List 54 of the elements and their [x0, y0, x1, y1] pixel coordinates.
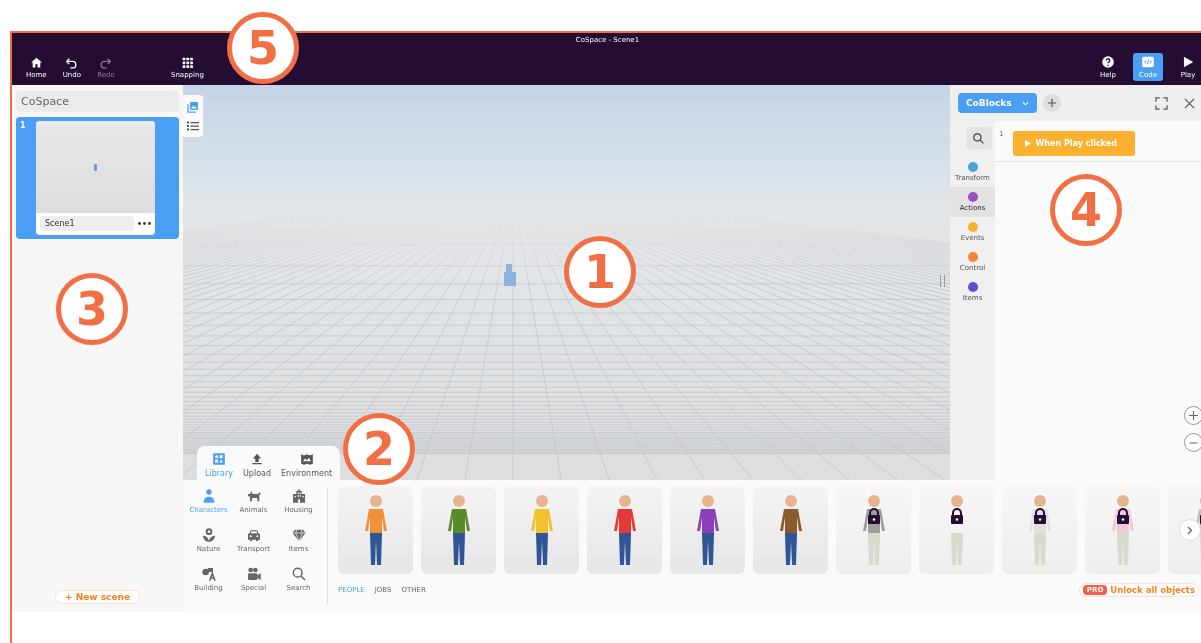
zoom-in-button[interactable] [1184, 406, 1201, 425]
code-icon [1141, 55, 1155, 69]
library-tab[interactable]: Upload [239, 450, 275, 480]
project-title-field[interactable]: CoSpace [16, 91, 179, 112]
flower-icon [200, 527, 217, 543]
building-icon [290, 488, 307, 504]
home-icon [29, 56, 43, 69]
scene-card[interactable]: 1 Scene1 [16, 117, 179, 239]
plus-icon [1047, 99, 1056, 107]
chevron-right-icon [1187, 525, 1193, 535]
play-icon [1025, 140, 1032, 147]
library-icon [212, 452, 226, 466]
character-tile[interactable] [421, 486, 496, 574]
close-icon[interactable] [1184, 97, 1195, 109]
car-icon [245, 527, 262, 543]
undo-icon [65, 56, 79, 69]
search-icon [290, 566, 307, 582]
grid-icon [180, 56, 194, 69]
character-tile[interactable] [1002, 486, 1077, 574]
more-options-icon[interactable] [138, 222, 151, 225]
character-tile[interactable] [670, 486, 745, 574]
add-button[interactable] [1042, 94, 1061, 112]
character-tile[interactable] [338, 486, 413, 574]
search-icon [972, 131, 985, 145]
upload-icon [250, 452, 264, 466]
lock-icon [866, 508, 881, 524]
gem-icon [290, 527, 307, 543]
number-callout: 5 [227, 12, 299, 84]
lock-icon [1032, 508, 1047, 524]
chevron-down-icon [1021, 100, 1029, 106]
character-tile[interactable] [836, 486, 911, 574]
search-button[interactable] [965, 127, 992, 149]
object-icon [94, 163, 97, 171]
camera-icon [245, 566, 262, 582]
character-tile[interactable] [919, 486, 994, 574]
plus-icon [1189, 411, 1198, 420]
scene-name-field[interactable]: Scene1 [40, 216, 134, 231]
redo-icon [99, 56, 113, 69]
shapes-icon [200, 566, 217, 582]
images-icon[interactable] [187, 101, 199, 113]
lock-icon [1115, 508, 1130, 524]
play-icon [1181, 55, 1195, 69]
character-tile[interactable] [1085, 486, 1160, 574]
minus-icon [1189, 441, 1198, 444]
list-icon[interactable] [187, 121, 199, 131]
library-tab[interactable]: Environment [277, 450, 337, 480]
lock-icon [949, 508, 964, 524]
scene-number: 1 [20, 121, 27, 132]
character-tile[interactable] [753, 486, 828, 574]
fullscreen-icon[interactable] [1155, 96, 1168, 110]
character-tile[interactable] [587, 486, 662, 574]
help-icon [1101, 55, 1115, 69]
environment-icon [299, 452, 314, 466]
character-tile[interactable] [504, 486, 579, 574]
